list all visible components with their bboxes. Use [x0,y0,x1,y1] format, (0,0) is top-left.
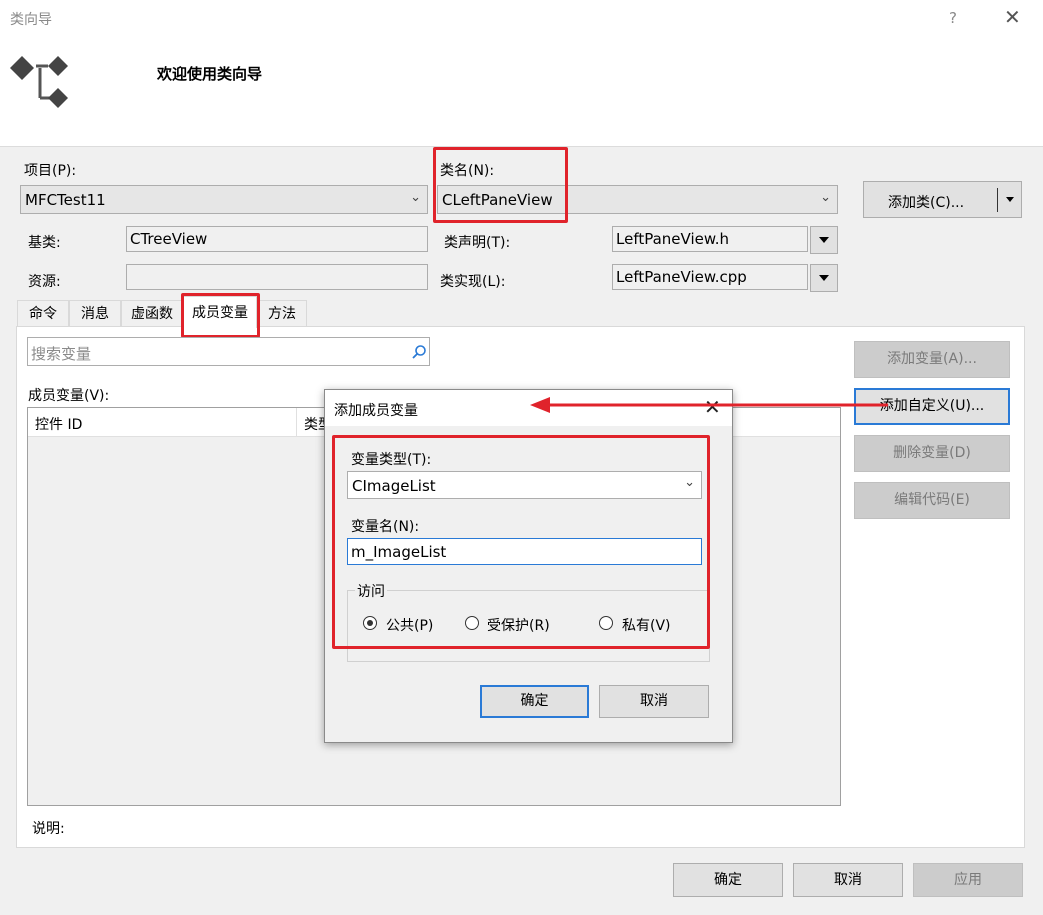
annotation-arrow [530,397,888,413]
